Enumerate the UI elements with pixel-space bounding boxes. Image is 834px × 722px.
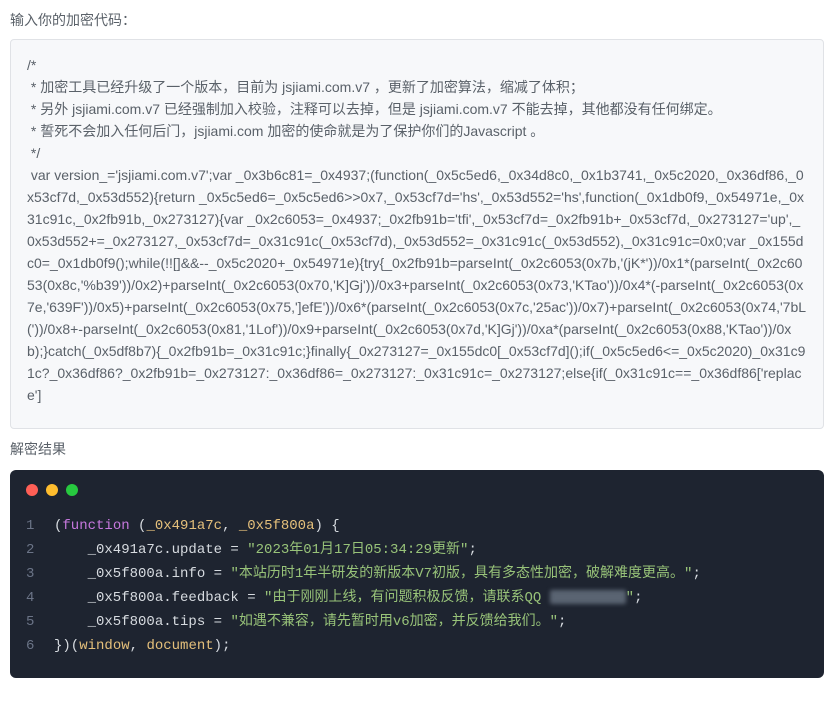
- code-line: 4 _0x5f800a.feedback = "由于刚刚上线，有问题积极反馈，请…: [26, 586, 808, 610]
- line-number: 3: [26, 562, 54, 586]
- dot-green-icon: [66, 484, 78, 496]
- code-line: 3 _0x5f800a.info = "本站历时1年半研发的新版本V7初版，具有…: [26, 562, 808, 586]
- code-line: 2 _0x491a7c.update = "2023年01月17日05:34:2…: [26, 538, 808, 562]
- code-text: _0x491a7c.update = "2023年01月17日05:34:29更…: [54, 538, 477, 562]
- dot-red-icon: [26, 484, 38, 496]
- redacted-text: [550, 590, 626, 604]
- code-line: 5 _0x5f800a.tips = "如遇不兼容，请先暂时用v6加密，并反馈给…: [26, 610, 808, 634]
- line-number: 6: [26, 634, 54, 658]
- code-input-textarea[interactable]: /* * 加密工具已经升级了一个版本，目前为 jsjiami.com.v7 ，更…: [10, 39, 824, 429]
- line-number: 4: [26, 586, 54, 610]
- window-dots: [26, 484, 808, 496]
- result-label: 解密结果: [10, 439, 824, 460]
- dot-yellow-icon: [46, 484, 58, 496]
- code-text: _0x5f800a.info = "本站历时1年半研发的新版本V7初版，具有多态…: [54, 562, 701, 586]
- code-line: 6})(window, document);: [26, 634, 808, 658]
- code-text: _0x5f800a.tips = "如遇不兼容，请先暂时用v6加密，并反馈给我们…: [54, 610, 566, 634]
- code-text: (function (_0x491a7c, _0x5f800a) {: [54, 514, 340, 538]
- code-input-content: /* * 加密工具已经升级了一个版本，目前为 jsjiami.com.v7 ，更…: [27, 54, 807, 406]
- line-number: 1: [26, 514, 54, 538]
- code-lines: 1(function (_0x491a7c, _0x5f800a) {2 _0x…: [26, 514, 808, 658]
- input-label: 输入你的加密代码：: [10, 10, 824, 31]
- code-text: })(window, document);: [54, 634, 230, 658]
- line-number: 2: [26, 538, 54, 562]
- code-line: 1(function (_0x491a7c, _0x5f800a) {: [26, 514, 808, 538]
- line-number: 5: [26, 610, 54, 634]
- code-text: _0x5f800a.feedback = "由于刚刚上线，有问题积极反馈，请联系…: [54, 586, 642, 610]
- result-code-panel: 1(function (_0x491a7c, _0x5f800a) {2 _0x…: [10, 470, 824, 678]
